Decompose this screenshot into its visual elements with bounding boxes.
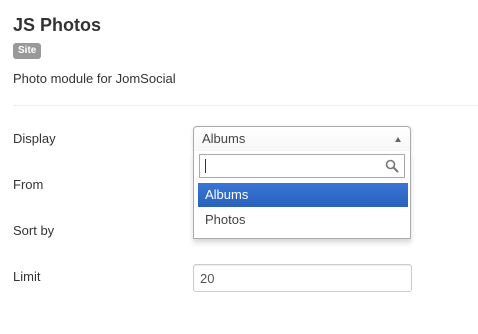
display-label: Display	[13, 131, 56, 146]
dropdown-search-input[interactable]	[200, 155, 388, 177]
site-badge: Site	[13, 43, 42, 59]
text-caret	[205, 159, 206, 173]
dropdown-option-photos[interactable]: Photos	[198, 208, 408, 232]
divider	[13, 105, 478, 106]
search-icon	[385, 159, 399, 173]
module-description: Photo module for JomSocial	[13, 71, 176, 86]
display-dropdown: Albums Photos	[193, 151, 411, 239]
display-select[interactable]: Albums	[193, 126, 411, 152]
limit-input[interactable]	[193, 264, 412, 292]
limit-label: Limit	[13, 269, 41, 284]
dropdown-option-albums[interactable]: Albums	[198, 183, 408, 207]
display-selected-value: Albums	[202, 131, 246, 146]
sort-by-label: Sort by	[13, 223, 55, 238]
chevron-up-icon	[395, 137, 401, 142]
module-title: JS Photos	[13, 15, 102, 35]
from-label: From	[13, 177, 44, 192]
dropdown-search[interactable]	[199, 154, 405, 178]
